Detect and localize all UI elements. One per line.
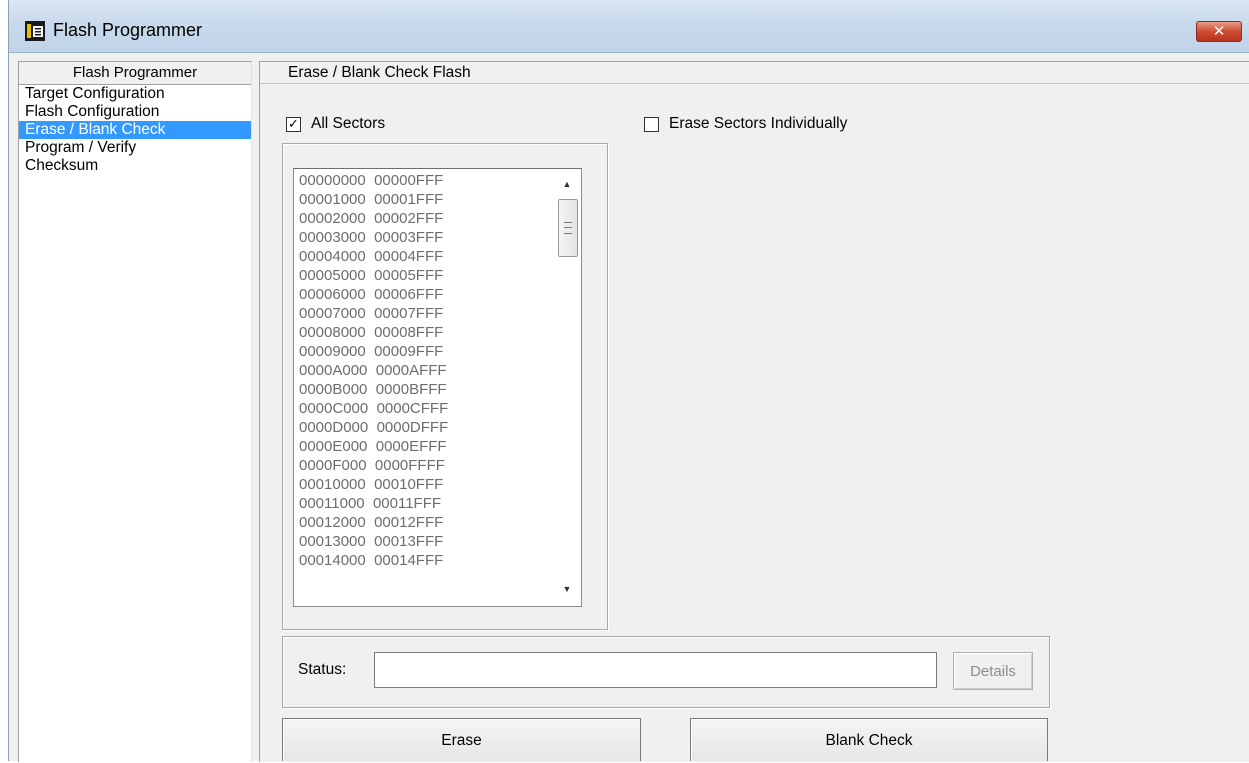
sector-list-item[interactable]: 00013000 00013FFF <box>299 532 549 551</box>
checkbox-checked-icon: ✓ <box>286 116 301 132</box>
close-icon: ✕ <box>1212 22 1226 40</box>
nav-item-program-verify[interactable]: Program / Verify <box>19 139 251 157</box>
details-button[interactable]: Details <box>953 652 1033 690</box>
sector-list-item[interactable]: 00010000 00010FFF <box>299 475 549 494</box>
scroll-up-arrow-icon[interactable]: ▲ <box>560 179 574 191</box>
erase-button[interactable]: Erase <box>282 718 641 761</box>
nav-item-erase-blank-check[interactable]: Erase / Blank Check <box>19 121 251 139</box>
sector-list-item[interactable]: 0000D000 0000DFFF <box>299 418 549 437</box>
sector-list-item[interactable]: 00009000 00009FFF <box>299 342 549 361</box>
sector-listbox[interactable]: 00000000 00000FFF 00001000 00001FFF 000020… <box>293 168 582 607</box>
window-title: Flash Programmer <box>53 20 203 40</box>
nav-item-checksum[interactable]: Checksum <box>19 157 251 175</box>
sector-list-item[interactable]: 00008000 00008FFF <box>299 323 549 342</box>
all-sectors-checkbox[interactable]: ✓ All Sectors <box>286 115 385 133</box>
panel-title: Erase / Blank Check Flash <box>260 62 1249 84</box>
title-bar[interactable]: Flash Programmer ✕ <box>9 0 1249 53</box>
sector-list-scrollbar[interactable]: ▲ ▼ <box>554 169 581 606</box>
sector-list-item[interactable]: 0000B000 0000BFFF <box>299 380 549 399</box>
sector-list-item[interactable]: 0000A000 0000AFFF <box>299 361 549 380</box>
sector-list-items: 00000000 00000FFF 00001000 00001FFF 000020… <box>299 171 549 570</box>
erase-sectors-individually-checkbox[interactable]: Erase Sectors Individually <box>644 115 847 133</box>
sector-list-item[interactable]: 00014000 00014FFF <box>299 551 549 570</box>
sector-list-item[interactable]: 00011000 00011FFF <box>299 494 549 513</box>
nav-item-flash-configuration[interactable]: Flash Configuration <box>19 103 251 121</box>
sector-list-item[interactable]: 00003000 00003FFF <box>299 228 549 247</box>
sector-list-item[interactable]: 00002000 00002FFF <box>299 209 549 228</box>
sector-list-item[interactable]: 0000F000 0000FFFF <box>299 456 549 475</box>
scroll-down-arrow-icon[interactable]: ▼ <box>560 584 574 596</box>
sector-list-item[interactable]: 00001000 00001FFF <box>299 190 549 209</box>
app-icon <box>25 21 45 41</box>
blank-check-button[interactable]: Blank Check <box>690 718 1048 761</box>
sector-list-item[interactable]: 00000000 00000FFF <box>299 171 549 190</box>
thumb-grip-icon <box>564 222 572 234</box>
navigation-header: Flash Programmer <box>19 62 251 85</box>
status-label: Status: <box>298 661 347 678</box>
scroll-thumb[interactable] <box>558 199 578 257</box>
sector-list-item[interactable]: 00007000 00007FFF <box>299 304 549 323</box>
all-sectors-label: All Sectors <box>311 115 386 132</box>
sector-list-item[interactable]: 00004000 00004FFF <box>299 247 549 266</box>
navigation-list: Flash Programmer Target Configuration Fl… <box>18 61 252 762</box>
nav-item-target-configuration[interactable]: Target Configuration <box>19 85 251 103</box>
sector-list-item[interactable]: 0000C000 0000CFFF <box>299 399 549 418</box>
close-button[interactable]: ✕ <box>1196 21 1242 42</box>
checkbox-unchecked-icon <box>644 116 659 132</box>
sector-list-item[interactable]: 00012000 00012FFF <box>299 513 549 532</box>
erase-sectors-individually-label: Erase Sectors Individually <box>669 115 848 132</box>
sector-list-item[interactable]: 00006000 00006FFF <box>299 285 549 304</box>
sector-list-item[interactable]: 00005000 00005FFF <box>299 266 549 285</box>
status-field[interactable] <box>374 652 937 688</box>
sector-list-item[interactable]: 0000E000 0000EFFF <box>299 437 549 456</box>
